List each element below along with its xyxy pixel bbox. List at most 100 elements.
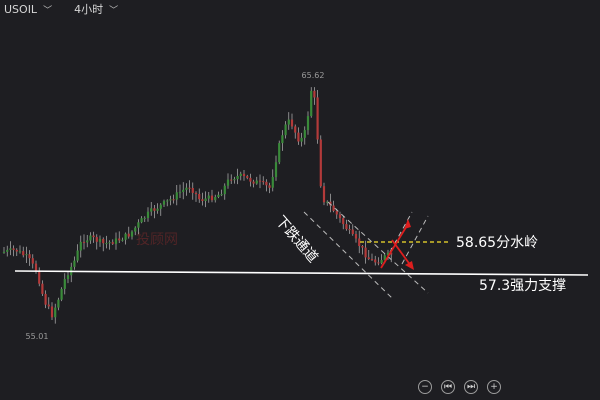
breakout-guide-line bbox=[401, 215, 429, 265]
candle-body bbox=[118, 238, 121, 241]
candle-body bbox=[281, 135, 284, 144]
candle-body bbox=[73, 260, 76, 267]
candle-body bbox=[86, 240, 89, 243]
candle-body bbox=[191, 188, 194, 193]
candle-body bbox=[303, 130, 306, 138]
scroll-end-button[interactable]: ⏭ bbox=[464, 380, 478, 394]
candle-body bbox=[271, 177, 274, 188]
candle-body bbox=[31, 258, 34, 264]
candle-body bbox=[102, 239, 105, 244]
candle-body bbox=[22, 251, 25, 256]
candle-body bbox=[159, 204, 162, 209]
candle-body bbox=[66, 275, 70, 279]
support-line bbox=[14, 270, 589, 276]
candle-body bbox=[265, 181, 268, 186]
candle-body bbox=[274, 162, 278, 177]
candle-body bbox=[242, 173, 246, 177]
candle-body bbox=[124, 233, 127, 240]
candle-body bbox=[166, 200, 169, 202]
candle-body bbox=[300, 137, 303, 142]
candle-body bbox=[127, 233, 130, 237]
candle-body bbox=[214, 197, 217, 201]
candle-body bbox=[278, 143, 281, 163]
candle-body bbox=[143, 217, 146, 219]
candle-body bbox=[18, 251, 22, 253]
candle-body bbox=[82, 241, 86, 243]
candle-body bbox=[156, 208, 159, 211]
candle-body bbox=[258, 180, 262, 182]
candle-body bbox=[322, 186, 326, 203]
candle-body bbox=[95, 237, 98, 242]
candle-body bbox=[34, 263, 38, 272]
candle-body bbox=[38, 271, 41, 284]
candle-body bbox=[255, 180, 258, 184]
candle-body bbox=[178, 192, 182, 193]
candle-body bbox=[316, 97, 319, 140]
candle-body bbox=[162, 201, 166, 205]
candle-body bbox=[6, 249, 9, 252]
candle-body bbox=[169, 199, 172, 201]
candle-body bbox=[345, 224, 348, 230]
candle-body bbox=[367, 257, 370, 259]
candle-body bbox=[332, 205, 335, 211]
candle-body bbox=[287, 119, 290, 125]
candle-body bbox=[351, 229, 354, 234]
candle-body bbox=[306, 116, 310, 131]
scroll-start-button[interactable]: ⏮ bbox=[441, 380, 455, 394]
candle-body bbox=[140, 218, 143, 223]
candle-body bbox=[262, 181, 265, 183]
candle-body bbox=[223, 185, 226, 195]
candle-body bbox=[207, 195, 210, 199]
candle-body bbox=[12, 248, 15, 250]
candle-body bbox=[134, 227, 137, 232]
candle-body bbox=[25, 254, 28, 256]
down-arrow bbox=[391, 239, 414, 270]
candle-body bbox=[294, 126, 297, 133]
candle-body bbox=[358, 238, 361, 246]
candle-body bbox=[89, 235, 92, 241]
candle-body bbox=[364, 247, 367, 258]
candle-body bbox=[226, 179, 230, 186]
zoom-in-button[interactable]: + bbox=[487, 380, 501, 394]
candle-body bbox=[342, 218, 345, 225]
candle-body bbox=[380, 260, 383, 264]
candle-body bbox=[217, 194, 220, 197]
candle-body bbox=[28, 254, 31, 259]
candle-body bbox=[239, 173, 242, 176]
candle-body bbox=[335, 210, 338, 215]
candle-body bbox=[76, 250, 79, 261]
candle-body bbox=[92, 235, 95, 238]
candle-body bbox=[185, 187, 188, 190]
candle-body bbox=[198, 194, 201, 200]
candle-body bbox=[230, 179, 233, 181]
candle-body bbox=[111, 242, 114, 244]
zoom-out-button[interactable]: − bbox=[418, 380, 432, 394]
candle-body bbox=[137, 222, 140, 228]
candle-body bbox=[150, 208, 153, 212]
resistance-annotation: 58.65分水岭 bbox=[456, 235, 538, 251]
candle-body bbox=[47, 304, 50, 307]
candle-body bbox=[204, 198, 207, 201]
candle-body bbox=[374, 259, 377, 263]
candle-body bbox=[201, 199, 204, 201]
candle-body bbox=[54, 307, 57, 318]
candle-body bbox=[44, 293, 47, 305]
high-price-label: 65.62 bbox=[302, 71, 325, 80]
candle-body bbox=[361, 246, 364, 248]
candle-body bbox=[354, 234, 358, 239]
watermark: 投顾网 bbox=[136, 232, 178, 248]
candle-body bbox=[60, 288, 63, 300]
candle-body bbox=[348, 229, 351, 231]
candle-body bbox=[41, 283, 44, 294]
candle-body bbox=[15, 249, 18, 252]
candle-body bbox=[188, 187, 191, 189]
candle-body bbox=[50, 306, 54, 318]
candle-body bbox=[220, 194, 223, 196]
candlestick-chart[interactable]: 投顾网 65.62 55.01 下跌通道 58.65分水岭 57.3强力支撑 bbox=[0, 0, 600, 400]
candle-body bbox=[146, 211, 150, 218]
candle-body bbox=[319, 139, 322, 187]
candle-body bbox=[284, 124, 287, 136]
candle-body bbox=[108, 242, 111, 244]
candle-body bbox=[249, 177, 252, 182]
support-annotation: 57.3强力支撑 bbox=[479, 278, 566, 294]
